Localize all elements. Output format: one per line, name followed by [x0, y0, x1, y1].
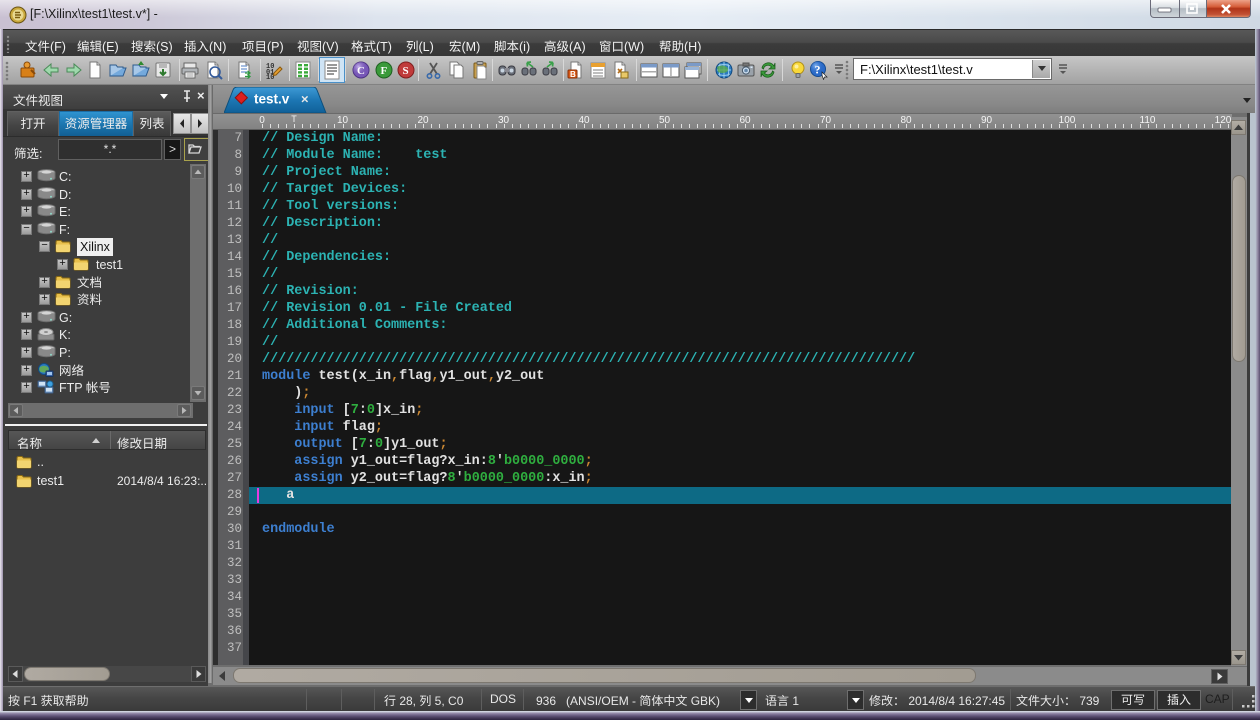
svg-text:C: C [357, 65, 365, 77]
svg-text:?: ? [815, 63, 821, 77]
svg-text:B: B [570, 70, 576, 79]
svg-text:F: F [381, 65, 388, 77]
svg-text:S: S [403, 65, 409, 77]
svg-text:test.v: test.v [254, 92, 290, 107]
svg-text:×: × [301, 92, 309, 107]
